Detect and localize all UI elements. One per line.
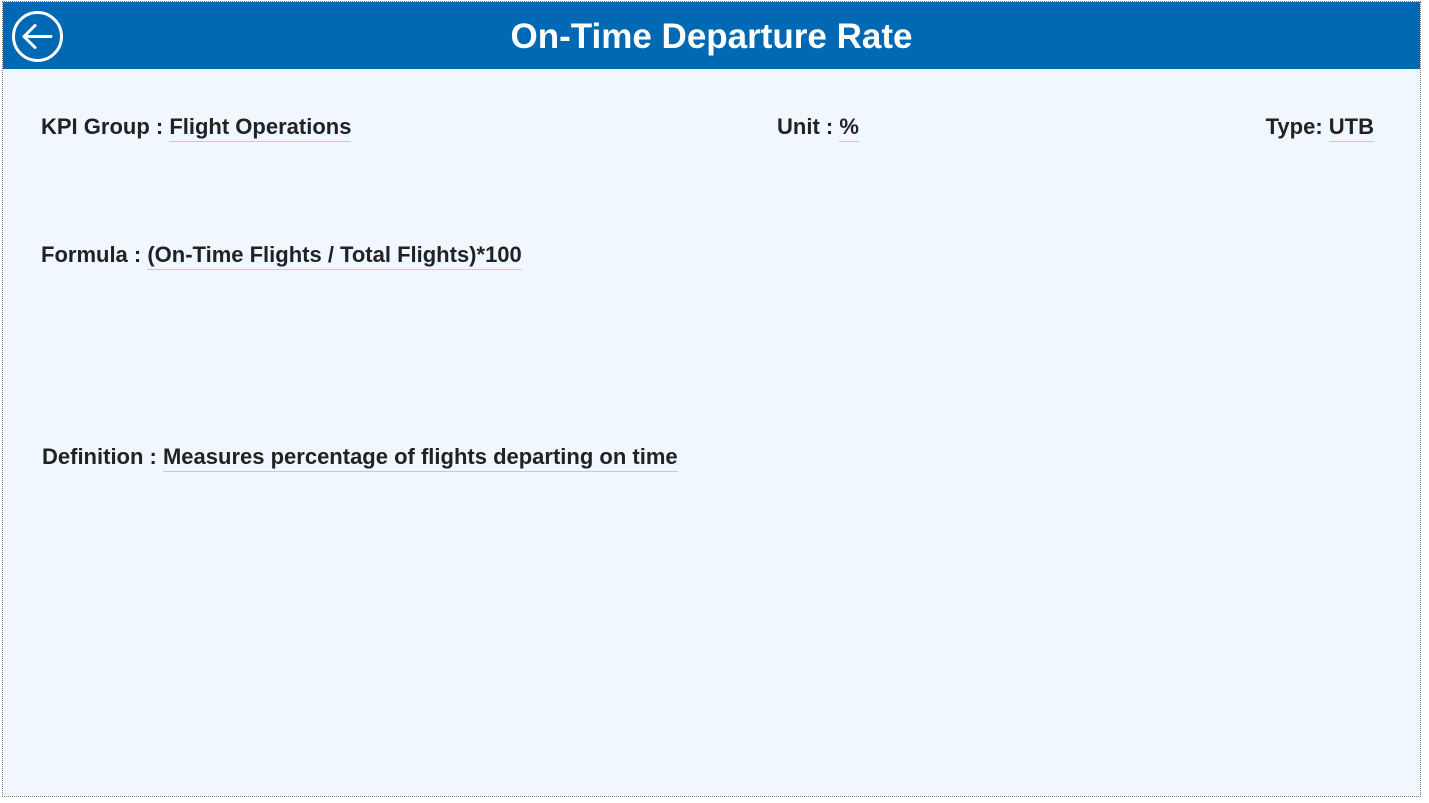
back-button[interactable] <box>11 10 64 63</box>
circle-arrow-left-icon <box>12 11 63 62</box>
definition-field: Definition : Measures percentage of flig… <box>42 444 678 472</box>
formula-label: Formula : <box>41 242 148 267</box>
unit-label: Unit : <box>777 114 840 139</box>
page-title: On-Time Departure Rate <box>510 17 913 56</box>
definition-value: Measures percentage of flights departing… <box>162 444 678 472</box>
header-bar: On-Time Departure Rate <box>3 2 1420 69</box>
kpi-group-label: KPI Group : <box>41 114 170 139</box>
type-label: Type: <box>1265 114 1329 139</box>
unit-value: % <box>839 114 859 142</box>
formula-field: Formula : (On-Time Flights / Total Fligh… <box>41 242 522 270</box>
type-value: UTB <box>1328 114 1374 142</box>
kpi-group-field: KPI Group : Flight Operations <box>41 114 352 142</box>
type-field: Type: UTB <box>1266 114 1374 142</box>
kpi-group-value: Flight Operations <box>169 114 352 142</box>
unit-field: Unit : % <box>777 114 859 142</box>
definition-label: Definition : <box>42 444 163 469</box>
formula-value: (On-Time Flights / Total Flights)*100 <box>147 242 522 270</box>
kpi-detail-page: On-Time Departure Rate KPI Group : Fligh… <box>2 1 1421 797</box>
